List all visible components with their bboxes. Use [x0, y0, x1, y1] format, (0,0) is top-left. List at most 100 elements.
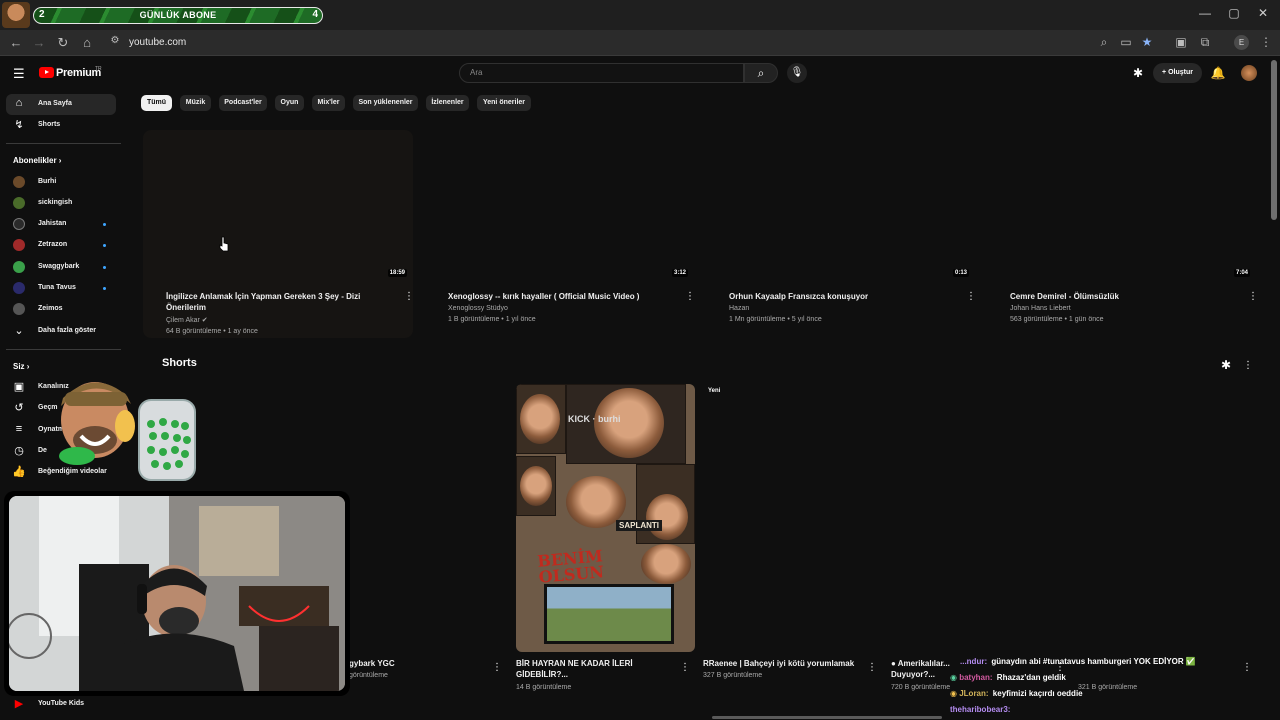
short-stats: 327 B görüntüleme	[703, 672, 763, 679]
short-thumbnail[interactable]: KICK · burhi SAPLANTI BENİM OLSUN	[516, 384, 695, 652]
sidebar-divider	[6, 143, 121, 144]
video-duration: 3:12	[671, 269, 688, 277]
maximize-icon[interactable]: ▢	[1219, 6, 1249, 20]
subscriptions-heading[interactable]: Abonelikler ›	[13, 156, 61, 165]
sidebar-item-home[interactable]: ⌂ Ana Sayfa	[6, 94, 116, 115]
sidebar-item-tuna-tavus[interactable]: Tuna Tavus	[6, 278, 116, 299]
video-menu-icon[interactable]: ⋮	[966, 291, 976, 302]
browser-menu-icon[interactable]: ⋮	[1258, 35, 1274, 49]
video-channel[interactable]: Hazan	[729, 305, 749, 312]
chat-message: ...ndur: günaydın abi #tunatavus hamburg…	[960, 657, 1196, 666]
channel-avatar	[13, 197, 25, 209]
video-channel[interactable]: Xenoglossy Stüdyo	[448, 305, 508, 312]
video-thumbnail[interactable]: 0:13	[705, 130, 975, 280]
browser-tab-bar: 2 GÜNLÜK ABONE 4 — ▢ ✕	[0, 0, 1280, 30]
short-menu-icon[interactable]: ⋮	[492, 662, 502, 673]
site-info-icon[interactable]: ⚙	[107, 35, 123, 46]
video-thumbnail[interactable]: 18:59	[143, 130, 413, 280]
create-button[interactable]: + Oluştur	[1153, 63, 1202, 83]
short-stats: 720 B görüntüleme	[891, 684, 951, 691]
short-title[interactable]: gybark YGC	[349, 658, 509, 669]
youtube-kids-icon: ▶	[14, 698, 24, 710]
you-heading[interactable]: Siz ›	[13, 362, 29, 371]
shorts-menu-icon[interactable]: ⋮	[1243, 360, 1253, 371]
page-scrollbar[interactable]	[1271, 60, 1277, 220]
chip-recently-uploaded[interactable]: Son yüklenenler	[353, 95, 418, 111]
chip-watched[interactable]: İzlenenler	[426, 95, 469, 111]
you-heading-label: Siz	[13, 362, 25, 371]
sidebar-item-swaggybark[interactable]: Swaggybark	[6, 257, 116, 278]
short-menu-icon[interactable]: ⋮	[680, 662, 690, 673]
sidebar-item-youtube-kids[interactable]: ▶ YouTube Kids	[6, 694, 116, 715]
video-thumbnail[interactable]: 7:04	[986, 130, 1256, 280]
video-title[interactable]: İngilizce Anlamak İçin Yapman Gereken 3 …	[166, 291, 381, 313]
install-app-icon[interactable]: ▭	[1118, 35, 1134, 49]
forward-icon[interactable]: →	[31, 35, 47, 50]
short-title[interactable]: ● Amerikalılar...	[891, 658, 951, 669]
sidebar-item-jahistan[interactable]: Jahistan	[6, 214, 116, 235]
notifications-bell-icon[interactable]: 🔔	[1210, 66, 1226, 80]
shorts-feedback-icon[interactable]: ✱	[1218, 358, 1234, 372]
chat-message: theharibobear3:	[950, 705, 1012, 714]
home-button-icon[interactable]: ⌂	[79, 35, 95, 50]
chip-gaming[interactable]: Oyun	[275, 95, 304, 111]
extensions-icon[interactable]: ⧉	[1197, 35, 1213, 50]
sidebar-item-burhi[interactable]: Burhi	[6, 172, 116, 193]
chip-music[interactable]: Müzik	[180, 95, 211, 111]
video-menu-icon[interactable]: ⋮	[685, 291, 695, 302]
search-placeholder: Ara	[470, 68, 483, 77]
tab-search-icon[interactable]: ▣	[1173, 35, 1189, 49]
shorts-heading: Shorts	[162, 357, 197, 369]
bookmark-star-icon[interactable]: ★	[1139, 35, 1155, 49]
hamburger-menu-icon[interactable]: ☰	[13, 66, 25, 82]
short-title[interactable]: BİR HAYRAN NE KADAR İLERİ GİDEBİLİR?...	[516, 658, 676, 680]
search-button[interactable]: ⌕	[744, 63, 778, 83]
sidebar-item-sickingish[interactable]: sickingish	[6, 193, 116, 214]
url-field[interactable]: youtube.com	[129, 37, 186, 48]
browser-profile-icon[interactable]: E	[1234, 35, 1249, 50]
reload-icon[interactable]: ↻	[55, 35, 71, 51]
chat-text: keyfimizi kaçırdı oeddie	[992, 689, 1083, 698]
region-code: TR	[95, 66, 102, 72]
video-stats: 64 B görüntüleme • 1 ay önce	[166, 328, 258, 335]
sidebar-item-label: Zetrazon	[38, 241, 68, 248]
video-menu-icon[interactable]: ⋮	[1248, 291, 1258, 302]
chip-mixes[interactable]: Mix'ler	[312, 95, 345, 111]
zoom-icon[interactable]: ⌕	[1096, 35, 1112, 50]
video-menu-icon[interactable]: ⋮	[404, 291, 414, 302]
webcam-feed-image	[9, 496, 345, 691]
chat-username: ...ndur:	[960, 657, 988, 666]
sidebar-item-zetrazon[interactable]: Zetrazon	[6, 235, 116, 256]
cast-icon[interactable]: ✱	[1130, 66, 1146, 80]
short-stats: 14 B görüntüleme	[516, 684, 572, 691]
user-avatar[interactable]	[1241, 65, 1257, 81]
search-input[interactable]: Ara	[459, 63, 744, 83]
video-channel[interactable]: Çilem Akar ✔	[166, 316, 208, 324]
sidebar-item-label: Zeimos	[38, 305, 63, 312]
saplanti-text: SAPLANTI	[616, 520, 662, 531]
sidebar-item-zeimos[interactable]: Zeimos	[6, 299, 116, 320]
chip-new-to-you[interactable]: Yeni öneriler	[477, 95, 531, 111]
youtube-logo-icon[interactable]	[39, 67, 54, 78]
channel-avatar	[13, 261, 25, 273]
chip-podcasts[interactable]: Podcast'ler	[219, 95, 267, 111]
video-title[interactable]: Cemre Demirel - Ölümsüzlük	[1010, 291, 1225, 302]
chat-username: JLoran:	[959, 689, 989, 698]
back-icon[interactable]: ←	[8, 35, 24, 50]
short-menu-icon[interactable]: ⋮	[1242, 662, 1252, 673]
short-title[interactable]: RRaenee | Bahçeyi iyi kötü yorumlamak	[703, 658, 863, 669]
video-duration: 7:04	[1233, 269, 1250, 277]
voice-search-button[interactable]: 🎙	[787, 63, 807, 83]
sidebar-item-shorts[interactable]: ↯ Shorts	[6, 115, 116, 136]
minimize-icon[interactable]: —	[1190, 6, 1220, 20]
chip-all[interactable]: Tümü	[141, 95, 172, 111]
webcam-scene-image	[9, 496, 345, 691]
video-channel[interactable]: Johan Hans Liebert	[1010, 305, 1071, 312]
short-menu-icon[interactable]: ⋮	[867, 662, 877, 673]
shorts-horizontal-scrollbar[interactable]	[712, 716, 942, 719]
video-thumbnail[interactable]: 3:12	[424, 130, 694, 280]
video-title[interactable]: Xenoglossy -- kırık hayaller ( Official …	[448, 291, 663, 302]
video-title[interactable]: Orhun Kayaalp Fransızca konuşuyor	[729, 291, 944, 302]
close-icon[interactable]: ✕	[1248, 6, 1278, 20]
sidebar-show-more[interactable]: ⌄ Daha fazla göster	[6, 321, 116, 342]
